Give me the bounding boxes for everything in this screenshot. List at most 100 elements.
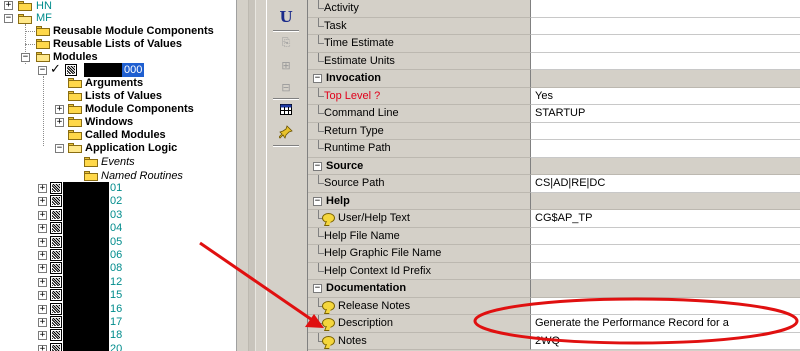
property-name-cell: Activity: [308, 0, 530, 18]
tree-node-module[interactable]: +12: [0, 276, 236, 289]
property-row-task[interactable]: Task: [308, 17, 800, 35]
tree-node-lists-of-values[interactable]: Lists of Values: [0, 90, 236, 103]
property-value-cell[interactable]: [530, 17, 800, 35]
tree-node-module[interactable]: +05: [0, 236, 236, 249]
property-section-source[interactable]: − Source: [308, 157, 800, 175]
expand-icon[interactable]: +: [38, 224, 47, 233]
property-row-source-path[interactable]: Source Path CS|AD|RE|DC: [308, 175, 800, 193]
property-row-release-notes[interactable]: Release Notes: [308, 297, 800, 315]
pin-icon[interactable]: [275, 121, 297, 143]
speech-bubble-icon[interactable]: [322, 318, 335, 328]
property-value-cell[interactable]: [530, 140, 800, 158]
property-value-cell[interactable]: STARTUP: [530, 105, 800, 123]
tree-node-module[interactable]: +18: [0, 329, 236, 342]
property-row-help-context-id-prefix[interactable]: Help Context Id Prefix: [308, 262, 800, 280]
collapse-icon[interactable]: −: [313, 284, 322, 293]
collapse-icon[interactable]: −: [38, 66, 47, 75]
property-value-cell[interactable]: [530, 262, 800, 280]
speech-bubble-icon[interactable]: [322, 213, 335, 223]
expand-icon[interactable]: +: [38, 278, 47, 287]
property-value-cell[interactable]: [530, 52, 800, 70]
collapse-icon[interactable]: −: [313, 74, 322, 83]
splitter[interactable]: [236, 0, 266, 351]
expand-icon[interactable]: +: [38, 318, 47, 327]
tree-node-reusable-module-components[interactable]: Reusable Module Components: [0, 25, 236, 38]
property-row-command-line[interactable]: Command Line STARTUP: [308, 105, 800, 123]
expand-icon[interactable]: +: [38, 197, 47, 206]
property-row-estimate-units[interactable]: Estimate Units: [308, 52, 800, 70]
expand-icon[interactable]: +: [38, 291, 47, 300]
tree-node-selected-module[interactable]: − ✓ 000: [0, 63, 236, 77]
property-value-cell[interactable]: [530, 297, 800, 315]
expand-icon[interactable]: +: [55, 118, 64, 127]
property-value: Generate the Performance Record for a: [535, 317, 729, 329]
expand-icon[interactable]: +: [38, 305, 47, 314]
collapse-icon[interactable]: −: [4, 14, 13, 23]
tree-node-mf[interactable]: − MF: [0, 12, 120, 25]
expand-icon[interactable]: +: [38, 345, 47, 351]
property-value-cell[interactable]: 2WQ: [530, 332, 800, 350]
expand-icon[interactable]: +: [4, 1, 13, 10]
tree-node-called-modules[interactable]: Called Modules: [0, 129, 236, 142]
tree-node-label: Module Components: [85, 103, 194, 115]
property-row-top-level[interactable]: Top Level ? Yes: [308, 87, 800, 105]
expand-icon[interactable]: +: [38, 211, 47, 220]
expand-icon[interactable]: +: [38, 238, 47, 247]
expand-icon[interactable]: +: [38, 184, 47, 193]
tree-node-module[interactable]: +02: [0, 195, 236, 208]
tree-node-module[interactable]: +01: [0, 182, 236, 195]
table-icon[interactable]: [275, 98, 297, 120]
add-row-icon[interactable]: ⊞: [275, 54, 297, 76]
speech-bubble-icon[interactable]: [322, 300, 335, 311]
collapse-icon[interactable]: −: [313, 161, 322, 171]
property-row-user-help-text[interactable]: User/Help Text CG$AP_TP: [308, 210, 800, 228]
tree-node-events[interactable]: Events: [0, 156, 236, 169]
property-value-cell[interactable]: Yes: [530, 87, 800, 105]
tree-node-module[interactable]: +03: [0, 209, 236, 222]
collapse-icon[interactable]: −: [313, 196, 322, 206]
tree-node-arguments[interactable]: Arguments: [0, 77, 236, 90]
collapse-icon[interactable]: −: [21, 53, 30, 62]
property-value-cell[interactable]: CS|AD|RE|DC: [530, 175, 800, 193]
property-row-return-type[interactable]: Return Type: [308, 122, 800, 140]
underline-icon[interactable]: U: [275, 6, 297, 28]
property-value-cell[interactable]: Generate the Performance Record for a: [530, 315, 800, 333]
property-row-time-estimate[interactable]: Time Estimate: [308, 35, 800, 53]
tree-node-module[interactable]: +17: [0, 316, 236, 329]
property-value-cell[interactable]: [530, 122, 800, 140]
tree-node-module[interactable]: +20: [0, 343, 236, 351]
tree-node-module[interactable]: +06: [0, 249, 236, 262]
property-value-cell[interactable]: [530, 0, 800, 18]
expand-icon[interactable]: +: [38, 251, 47, 260]
property-value-cell[interactable]: [530, 245, 800, 263]
property-row-help-file-name[interactable]: Help File Name: [308, 227, 800, 245]
tree-node-module[interactable]: +16: [0, 303, 236, 316]
property-row-notes[interactable]: Notes 2WQ: [308, 332, 800, 350]
expand-icon[interactable]: +: [38, 264, 47, 273]
property-row-activity[interactable]: Activity: [308, 0, 800, 18]
property-section-invocation[interactable]: − Invocation: [308, 70, 800, 88]
property-value-cell[interactable]: [530, 227, 800, 245]
tree-node-application-logic[interactable]: − Application Logic: [0, 142, 236, 155]
property-name-cell: Release Notes: [308, 297, 530, 315]
remove-row-icon[interactable]: ⊟: [275, 76, 297, 98]
collapse-icon[interactable]: −: [55, 144, 64, 153]
property-section-documentation[interactable]: − Documentation: [308, 280, 800, 298]
property-row-runtime-path[interactable]: Runtime Path: [308, 140, 800, 158]
tree-node-module-components[interactable]: + Module Components: [0, 103, 236, 116]
expand-icon[interactable]: +: [38, 331, 47, 340]
tree-node-module[interactable]: +04: [0, 222, 236, 235]
tree-node-windows[interactable]: + Windows: [0, 116, 236, 129]
property-row-description[interactable]: Description Generate the Performance Reco…: [308, 315, 800, 333]
tree-node-module[interactable]: +08: [0, 262, 236, 275]
property-value-cell[interactable]: [530, 35, 800, 53]
copy-properties-icon[interactable]: ⎘: [275, 32, 297, 54]
property-row-help-graphic-file-name[interactable]: Help Graphic File Name: [308, 245, 800, 263]
tree-node-module[interactable]: +15: [0, 289, 236, 302]
expand-icon[interactable]: +: [55, 105, 64, 114]
property-value-cell[interactable]: CG$AP_TP: [530, 210, 800, 228]
tree-node-reusable-lists-of-values[interactable]: Reusable Lists of Values: [0, 38, 236, 51]
speech-bubble-icon[interactable]: [322, 335, 335, 346]
module-icon: [50, 209, 62, 221]
property-section-help[interactable]: − Help: [308, 192, 800, 210]
